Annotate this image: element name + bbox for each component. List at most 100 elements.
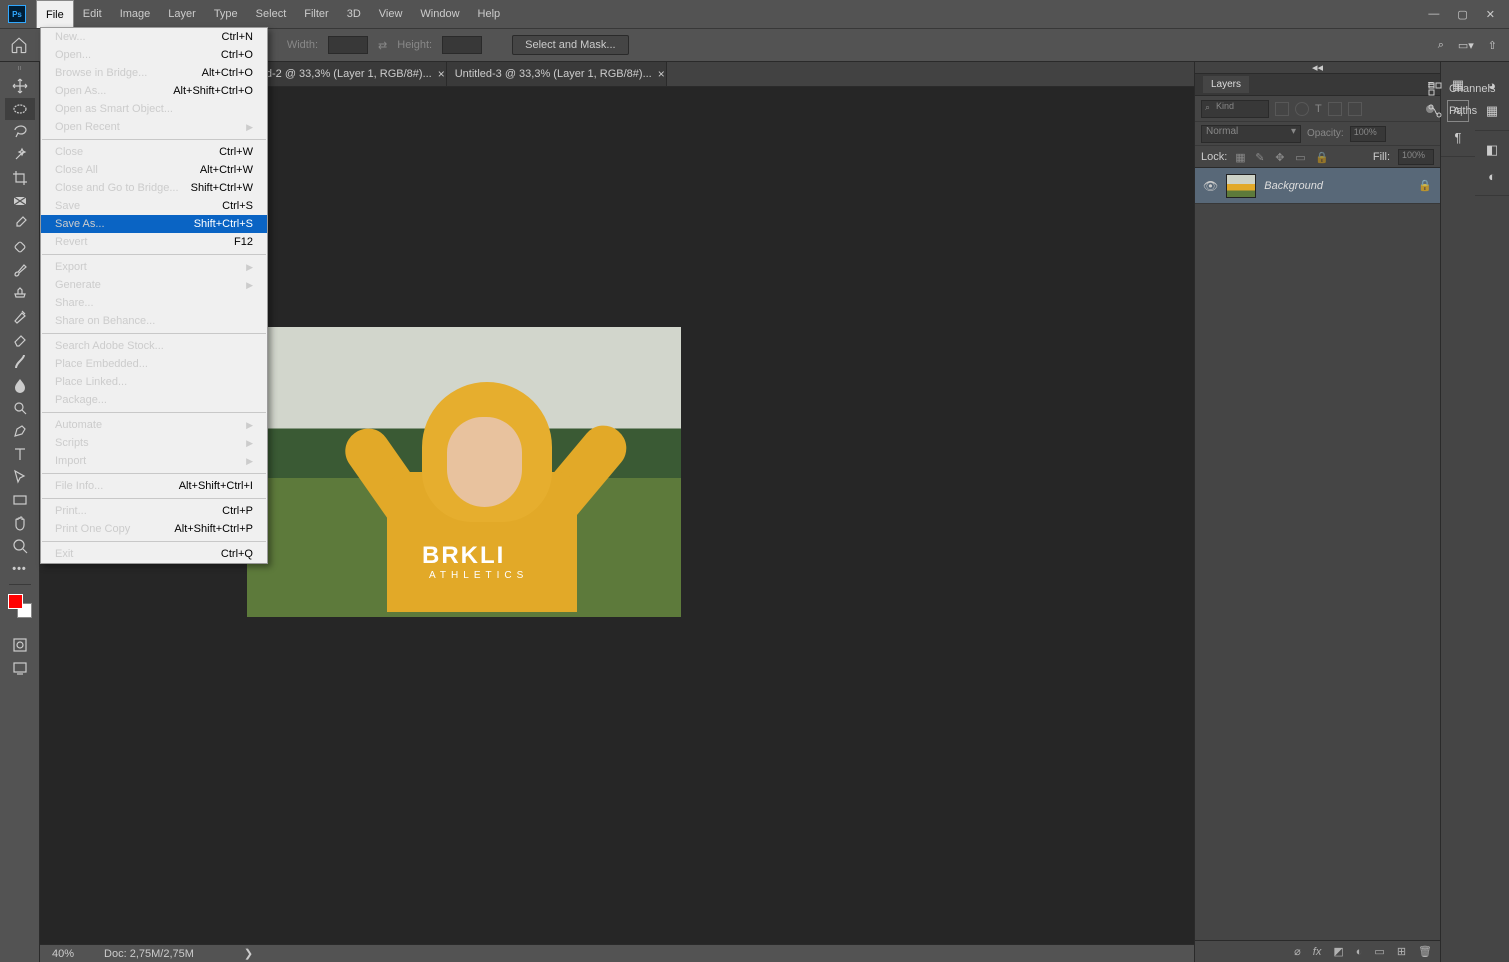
- blur-tool[interactable]: [5, 374, 35, 396]
- brush-tool[interactable]: [5, 259, 35, 281]
- path-selection-tool[interactable]: [5, 466, 35, 488]
- menu-item-close-and-go-to-bridge[interactable]: Close and Go to Bridge...Shift+Ctrl+W: [41, 179, 267, 197]
- gradient-tool[interactable]: [5, 351, 35, 373]
- zoom-tool[interactable]: [5, 535, 35, 557]
- history-brush-tool[interactable]: [5, 305, 35, 327]
- group-icon[interactable]: ▭: [1374, 945, 1384, 958]
- zoom-level[interactable]: 40%: [52, 948, 74, 960]
- menu-item-open-recent[interactable]: Open Recent▶: [41, 118, 267, 136]
- layer-name[interactable]: Background: [1264, 180, 1323, 192]
- layers-empty-area[interactable]: [1195, 204, 1440, 940]
- menu-item-share[interactable]: Share...: [41, 294, 267, 312]
- fx-icon[interactable]: fx: [1313, 946, 1322, 958]
- channels-tab[interactable]: Channels: [1423, 78, 1509, 100]
- filter-type-icon[interactable]: T: [1315, 103, 1322, 115]
- menu-item-save[interactable]: SaveCtrl+S: [41, 197, 267, 215]
- doc-info[interactable]: Doc: 2,75M/2,75M: [104, 948, 194, 960]
- lock-all-icon[interactable]: 🔒: [1315, 151, 1327, 163]
- menu-item-share-on-behance[interactable]: Share on Behance...: [41, 312, 267, 330]
- crop-tool[interactable]: [5, 167, 35, 189]
- menu-item-place-embedded[interactable]: Place Embedded...: [41, 355, 267, 373]
- search-icon[interactable]: ⌕: [1438, 39, 1444, 52]
- menu-select[interactable]: Select: [247, 0, 296, 28]
- close-tab-icon[interactable]: ×: [438, 67, 445, 81]
- close-tab-icon[interactable]: ×: [658, 67, 665, 81]
- filter-shape-icon[interactable]: [1328, 102, 1342, 116]
- lock-nest-icon[interactable]: ▭: [1295, 151, 1307, 163]
- width-input[interactable]: [328, 36, 368, 54]
- select-and-mask-button[interactable]: Select and Mask...: [512, 35, 629, 55]
- menu-item-revert[interactable]: RevertF12: [41, 233, 267, 251]
- foreground-color[interactable]: [8, 594, 23, 609]
- fill-input[interactable]: 100%: [1398, 149, 1434, 165]
- collapse-handle[interactable]: ◂◂: [1195, 62, 1440, 74]
- menu-layer[interactable]: Layer: [159, 0, 205, 28]
- menu-filter[interactable]: Filter: [295, 0, 337, 28]
- rectangle-tool[interactable]: [5, 489, 35, 511]
- share-icon[interactable]: ⇧: [1488, 39, 1497, 52]
- menu-item-close[interactable]: CloseCtrl+W: [41, 143, 267, 161]
- menu-help[interactable]: Help: [469, 0, 510, 28]
- document-tab-2[interactable]: Untitled-3 @ 33,3% (Layer 1, RGB/8#)...×: [447, 62, 667, 86]
- move-tool[interactable]: [5, 75, 35, 97]
- menu-item-save-as[interactable]: Save As...Shift+Ctrl+S: [41, 215, 267, 233]
- panel-grip[interactable]: [5, 66, 35, 72]
- visibility-icon[interactable]: 👁: [1203, 179, 1218, 193]
- type-tool[interactable]: [5, 443, 35, 465]
- eyedropper-tool[interactable]: [5, 213, 35, 235]
- paths-tab[interactable]: Paths: [1423, 100, 1509, 122]
- menu-item-place-linked[interactable]: Place Linked...: [41, 373, 267, 391]
- opacity-input[interactable]: 100%: [1350, 126, 1386, 142]
- marquee-tool[interactable]: [5, 98, 35, 120]
- menu-type[interactable]: Type: [205, 0, 247, 28]
- edit-toolbar-button[interactable]: •••: [5, 558, 35, 580]
- document-canvas[interactable]: BRKLI ATHLETICS: [247, 327, 681, 617]
- maximize-icon[interactable]: ▢: [1457, 8, 1467, 21]
- menu-file[interactable]: File: [36, 0, 74, 28]
- minimize-icon[interactable]: —: [1428, 8, 1439, 21]
- menu-item-new[interactable]: New...Ctrl+N: [41, 28, 267, 46]
- quick-mask-icon[interactable]: [5, 634, 35, 656]
- menu-3d[interactable]: 3D: [338, 0, 370, 28]
- close-icon[interactable]: ✕: [1486, 8, 1495, 21]
- menu-item-file-info[interactable]: File Info...Alt+Shift+Ctrl+I: [41, 477, 267, 495]
- menu-item-print[interactable]: Print...Ctrl+P: [41, 502, 267, 520]
- chevron-right-icon[interactable]: ❯: [244, 947, 253, 960]
- menu-item-browse-in-bridge[interactable]: Browse in Bridge...Alt+Ctrl+O: [41, 64, 267, 82]
- hand-tool[interactable]: [5, 512, 35, 534]
- lock-trans-icon[interactable]: ▦: [1235, 151, 1247, 163]
- styles-icon[interactable]: ◐: [1481, 165, 1503, 187]
- layer-filter-select[interactable]: Kind: [1201, 100, 1269, 118]
- menu-item-open-as[interactable]: Open As...Alt+Shift+Ctrl+O: [41, 82, 267, 100]
- screen-mode-icon[interactable]: [5, 657, 35, 679]
- link-icon[interactable]: ⌀: [1294, 945, 1301, 958]
- menu-edit[interactable]: Edit: [74, 0, 111, 28]
- home-icon[interactable]: [8, 35, 30, 55]
- menu-window[interactable]: Window: [411, 0, 468, 28]
- adjustment-icon[interactable]: ◐: [1356, 946, 1363, 958]
- menu-item-search-adobe-stock[interactable]: Search Adobe Stock...: [41, 337, 267, 355]
- filter-adjust-icon[interactable]: [1295, 102, 1309, 116]
- trash-icon[interactable]: 🗑: [1418, 945, 1432, 958]
- swap-icon[interactable]: ⇄: [378, 39, 387, 52]
- dodge-tool[interactable]: [5, 397, 35, 419]
- menu-view[interactable]: View: [370, 0, 412, 28]
- menu-item-scripts[interactable]: Scripts▶: [41, 434, 267, 452]
- layers-tab[interactable]: Layers: [1203, 76, 1249, 93]
- menu-item-open[interactable]: Open...Ctrl+O: [41, 46, 267, 64]
- height-input[interactable]: [442, 36, 482, 54]
- lock-paint-icon[interactable]: ✎: [1255, 151, 1267, 163]
- lasso-tool[interactable]: [5, 121, 35, 143]
- color-swatches[interactable]: [8, 594, 32, 618]
- frame-tool[interactable]: [5, 190, 35, 212]
- menu-item-open-as-smart-object[interactable]: Open as Smart Object...: [41, 100, 267, 118]
- blend-mode-select[interactable]: Normal: [1201, 125, 1301, 143]
- menu-item-automate[interactable]: Automate▶: [41, 416, 267, 434]
- mask-icon[interactable]: ◩: [1333, 945, 1343, 958]
- lock-pos-icon[interactable]: ✥: [1275, 151, 1287, 163]
- adjustments-icon[interactable]: ◧: [1481, 139, 1503, 161]
- filter-pixel-icon[interactable]: [1275, 102, 1289, 116]
- menu-item-exit[interactable]: ExitCtrl+Q: [41, 545, 267, 563]
- workspace-icon[interactable]: ▭▾: [1458, 39, 1474, 52]
- menu-image[interactable]: Image: [111, 0, 160, 28]
